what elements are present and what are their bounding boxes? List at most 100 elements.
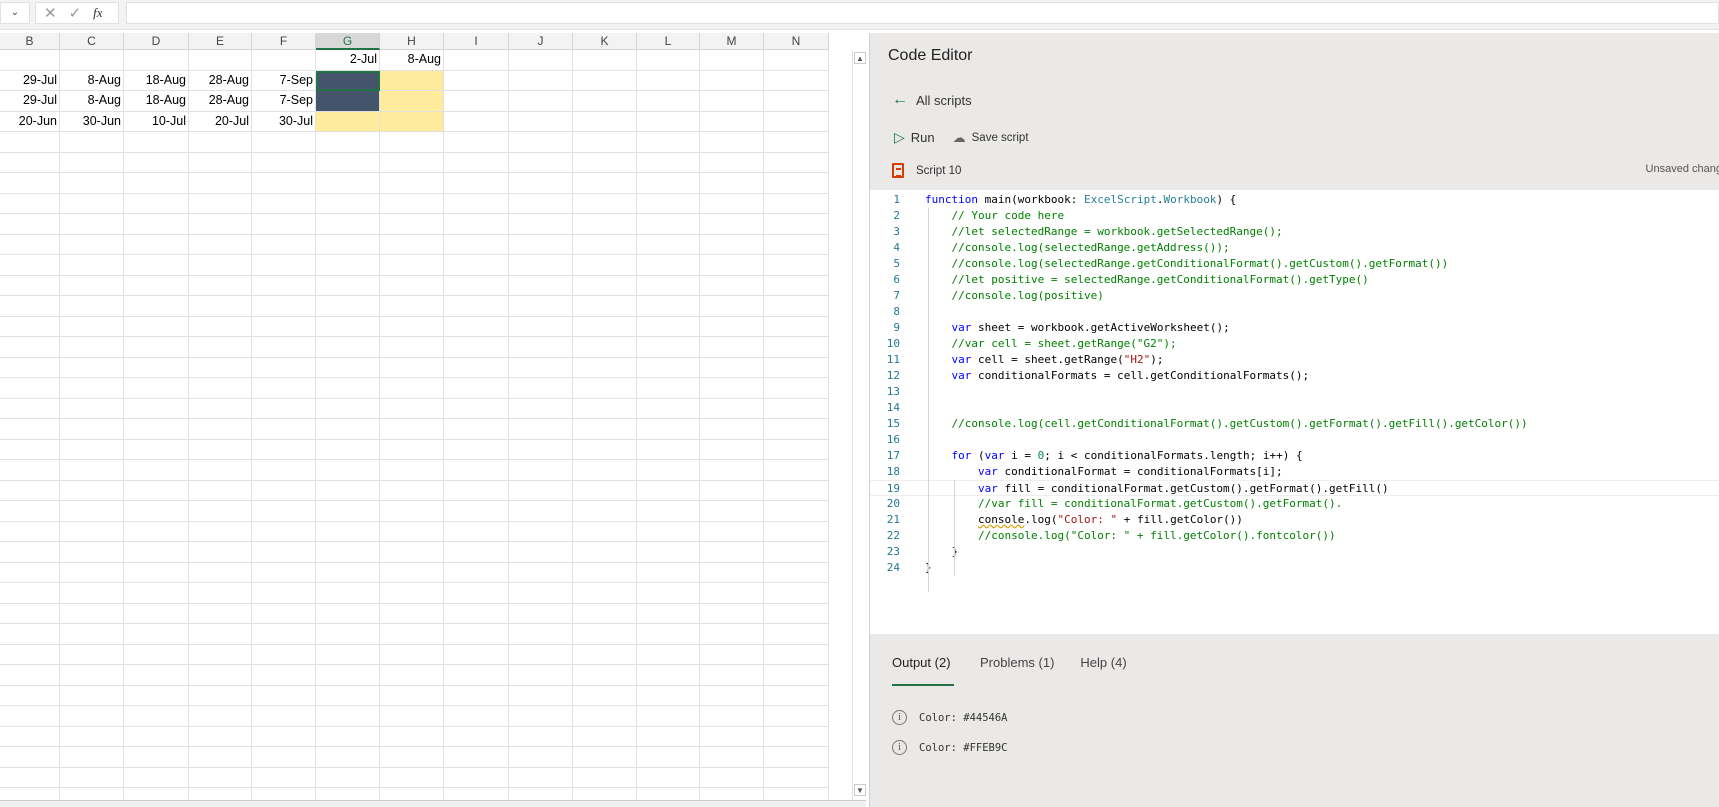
cell-K8[interactable]	[573, 193, 637, 214]
cell-E25[interactable]	[189, 542, 252, 563]
cell-H22[interactable]	[380, 480, 444, 501]
cell-I15[interactable]	[444, 337, 509, 358]
cell-I4[interactable]	[444, 111, 509, 132]
cell-L31[interactable]	[637, 665, 700, 686]
cell-F34[interactable]	[252, 726, 316, 747]
cell-G17[interactable]	[316, 378, 380, 399]
cell-L7[interactable]	[637, 173, 700, 194]
code-line[interactable]: 13	[870, 384, 1719, 400]
cell-N6[interactable]	[764, 152, 829, 173]
column-header-G[interactable]: G	[316, 33, 380, 50]
cell-B25[interactable]	[0, 542, 60, 563]
cell-B11[interactable]	[0, 255, 60, 276]
cell-G16[interactable]	[316, 357, 380, 378]
play-icon[interactable]: ▷	[894, 129, 905, 146]
cell-E33[interactable]	[189, 706, 252, 727]
cell-J9[interactable]	[509, 214, 573, 235]
column-header-F[interactable]: F	[252, 33, 316, 50]
cell-L4[interactable]	[637, 111, 700, 132]
cell-J3[interactable]	[509, 91, 573, 112]
cell-J8[interactable]	[509, 193, 573, 214]
cell-C31[interactable]	[60, 665, 124, 686]
cell-M36[interactable]	[700, 767, 764, 788]
cell-K33[interactable]	[573, 706, 637, 727]
cell-M17[interactable]	[700, 378, 764, 399]
cell-N7[interactable]	[764, 173, 829, 194]
cell-H7[interactable]	[380, 173, 444, 194]
cell-K31[interactable]	[573, 665, 637, 686]
cell-I9[interactable]	[444, 214, 509, 235]
cell-F27[interactable]	[252, 583, 316, 604]
cell-G2[interactable]	[316, 70, 380, 91]
cell-I29[interactable]	[444, 624, 509, 645]
cell-J7[interactable]	[509, 173, 573, 194]
cell-G15[interactable]	[316, 337, 380, 358]
cell-D15[interactable]	[124, 337, 189, 358]
cell-D34[interactable]	[124, 726, 189, 747]
scroll-up-icon[interactable]: ▲	[854, 52, 866, 64]
cell-M22[interactable]	[700, 480, 764, 501]
cell-M32[interactable]	[700, 685, 764, 706]
cell-E13[interactable]	[189, 296, 252, 317]
cell-N17[interactable]	[764, 378, 829, 399]
cell-B19[interactable]	[0, 419, 60, 440]
code-line[interactable]: 5 //console.log(selectedRange.getConditi…	[870, 256, 1719, 272]
cell-I30[interactable]	[444, 644, 509, 665]
column-header-L[interactable]: L	[637, 33, 700, 50]
cell-B36[interactable]	[0, 767, 60, 788]
cell-J11[interactable]	[509, 255, 573, 276]
cell-C21[interactable]	[60, 460, 124, 481]
cell-H34[interactable]	[380, 726, 444, 747]
cell-K19[interactable]	[573, 419, 637, 440]
cell-J29[interactable]	[509, 624, 573, 645]
confirm-icon[interactable]: ✓	[69, 4, 82, 22]
cell-K35[interactable]	[573, 747, 637, 768]
cell-N8[interactable]	[764, 193, 829, 214]
cell-G35[interactable]	[316, 747, 380, 768]
cell-D31[interactable]	[124, 665, 189, 686]
cell-M3[interactable]	[700, 91, 764, 112]
cell-B31[interactable]	[0, 665, 60, 686]
cell-H33[interactable]	[380, 706, 444, 727]
cell-L19[interactable]	[637, 419, 700, 440]
cell-G30[interactable]	[316, 644, 380, 665]
cell-K20[interactable]	[573, 439, 637, 460]
cell-C7[interactable]	[60, 173, 124, 194]
cell-L9[interactable]	[637, 214, 700, 235]
cell-N31[interactable]	[764, 665, 829, 686]
cell-D5[interactable]	[124, 132, 189, 153]
all-scripts-link[interactable]: ← All scripts	[892, 91, 972, 109]
cell-H36[interactable]	[380, 767, 444, 788]
cell-G19[interactable]	[316, 419, 380, 440]
cell-F30[interactable]	[252, 644, 316, 665]
cell-C34[interactable]	[60, 726, 124, 747]
cell-J33[interactable]	[509, 706, 573, 727]
cell-M25[interactable]	[700, 542, 764, 563]
cell-J27[interactable]	[509, 583, 573, 604]
cell-N18[interactable]	[764, 398, 829, 419]
cell-E4[interactable]: 20-Jul	[189, 111, 252, 132]
cell-M20[interactable]	[700, 439, 764, 460]
cell-J17[interactable]	[509, 378, 573, 399]
code-line[interactable]: 12 var conditionalFormats = cell.getCond…	[870, 368, 1719, 384]
cell-D17[interactable]	[124, 378, 189, 399]
cell-E34[interactable]	[189, 726, 252, 747]
cell-E10[interactable]	[189, 234, 252, 255]
cell-B13[interactable]	[0, 296, 60, 317]
cell-B2[interactable]: 29-Jul	[0, 70, 60, 91]
cell-J21[interactable]	[509, 460, 573, 481]
cell-I18[interactable]	[444, 398, 509, 419]
cell-C29[interactable]	[60, 624, 124, 645]
cell-N4[interactable]	[764, 111, 829, 132]
cell-B32[interactable]	[0, 685, 60, 706]
cell-F5[interactable]	[252, 132, 316, 153]
cloud-save-icon[interactable]: ☁	[953, 130, 966, 146]
cell-C24[interactable]	[60, 521, 124, 542]
cell-B12[interactable]	[0, 275, 60, 296]
cell-M29[interactable]	[700, 624, 764, 645]
cell-C2[interactable]: 8-Aug	[60, 70, 124, 91]
cell-F18[interactable]	[252, 398, 316, 419]
cell-H23[interactable]	[380, 501, 444, 522]
cell-G11[interactable]	[316, 255, 380, 276]
cell-K10[interactable]	[573, 234, 637, 255]
